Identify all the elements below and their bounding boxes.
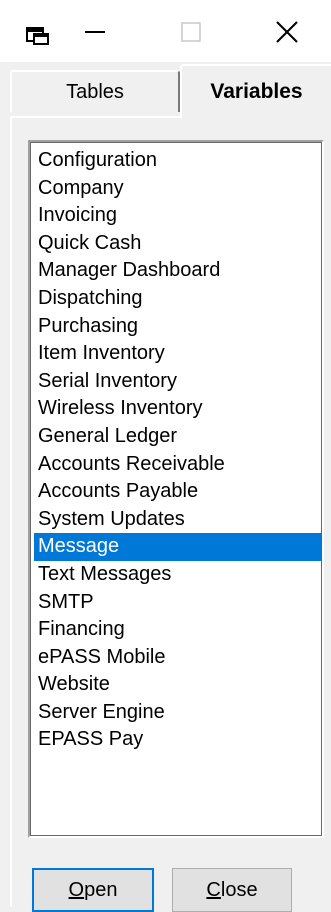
list-item-message[interactable]: Message xyxy=(34,533,322,561)
list-item-accounts-payable[interactable]: Accounts Payable xyxy=(34,478,322,506)
close-button[interactable]: Close xyxy=(172,868,292,912)
list-item-quick-cash[interactable]: Quick Cash xyxy=(34,230,322,258)
list-item-epass-mobile[interactable]: ePASS Mobile xyxy=(34,644,322,672)
list-item-system-updates[interactable]: System Updates xyxy=(34,506,322,534)
list-item-financing[interactable]: Financing xyxy=(34,616,322,644)
maximize-button xyxy=(166,14,216,54)
tab-strip: Tables Variables xyxy=(0,62,331,118)
list-item-accounts-receivable[interactable]: Accounts Receivable xyxy=(34,451,322,479)
list-item-serial-inventory[interactable]: Serial Inventory xyxy=(34,368,322,396)
list-item-general-ledger[interactable]: General Ledger xyxy=(34,423,322,451)
title-bar xyxy=(0,0,331,62)
list-item-smtp[interactable]: SMTP xyxy=(34,589,322,617)
maximize-icon xyxy=(180,21,202,48)
open-button[interactable]: Open xyxy=(32,868,154,912)
list-item-text-messages[interactable]: Text Messages xyxy=(34,561,322,589)
list-item-dispatching[interactable]: Dispatching xyxy=(34,285,322,313)
close-icon xyxy=(275,20,299,49)
open-button-label: pen xyxy=(84,878,118,901)
list-item-epass-pay[interactable]: EPASS Pay xyxy=(34,726,322,754)
list-item-manager-dashboard[interactable]: Manager Dashboard xyxy=(34,257,322,285)
list-item-wireless-inventory[interactable]: Wireless Inventory xyxy=(34,395,322,423)
list-item-configuration[interactable]: Configuration xyxy=(34,147,322,175)
list-item-server-engine[interactable]: Server Engine xyxy=(34,699,322,727)
variables-listbox[interactable]: Configuration Company Invoicing Quick Ca… xyxy=(28,140,324,838)
list-item-invoicing[interactable]: Invoicing xyxy=(34,202,322,230)
close-window-button[interactable] xyxy=(262,14,312,54)
open-button-accelerator: O xyxy=(68,878,85,901)
list-item-purchasing[interactable]: Purchasing xyxy=(34,313,322,341)
variables-list: Configuration Company Invoicing Quick Ca… xyxy=(34,147,322,754)
tab-variables-label: Variables xyxy=(210,80,303,103)
tab-variables[interactable]: Variables xyxy=(180,64,331,118)
app-window-icon[interactable] xyxy=(26,26,50,46)
tab-tables[interactable]: Tables xyxy=(10,70,180,112)
list-item-company[interactable]: Company xyxy=(34,175,322,203)
minimize-button[interactable] xyxy=(70,14,120,54)
tab-page-border xyxy=(10,116,180,118)
list-item-website[interactable]: Website xyxy=(34,671,322,699)
minimize-icon xyxy=(84,21,106,48)
list-item-item-inventory[interactable]: Item Inventory xyxy=(34,340,322,368)
tab-tables-label: Tables xyxy=(66,80,124,103)
close-button-label: lose xyxy=(220,878,258,901)
close-button-accelerator: C xyxy=(206,878,221,901)
